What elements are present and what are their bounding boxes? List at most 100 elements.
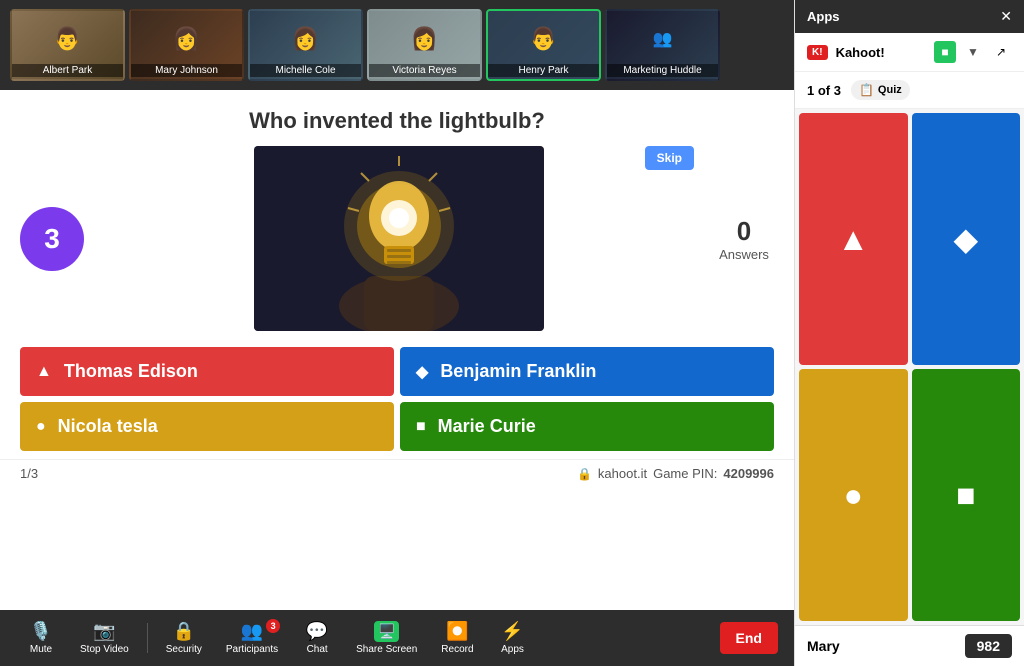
quiz-status-bar: 1 of 3 📋 Quiz	[795, 72, 1024, 109]
toolbar-record[interactable]: ⏺️ Record	[431, 617, 483, 659]
toolbar-sep-1	[147, 623, 148, 653]
kahoot-panel-header: K! Kahoot! ▾ ■ ▼ ↗	[795, 33, 1024, 72]
video-icon: 📷	[93, 621, 115, 642]
kahoot-filter-icon[interactable]: ▼	[962, 41, 984, 63]
mute-label: Mute	[30, 644, 52, 655]
kahoot-site: kahoot.it	[598, 466, 647, 481]
tile-triangle-icon: ▲	[837, 221, 869, 258]
apps-panel: Apps ✕ K! Kahoot! ▾ ■ ▼ ↗ 1 of 3 📋 Quiz	[794, 0, 1024, 666]
page-counter: 1/3	[20, 466, 38, 481]
toolbar-share-screen[interactable]: 🖥️ Share Screen	[346, 617, 427, 659]
answer-label-3: Nicola tesla	[58, 416, 158, 437]
zoom-area: 👨 Albert Park 👩 Mary Johnson 👩 Michelle …	[0, 0, 794, 666]
tile-square-icon: ■	[956, 477, 975, 514]
kahoot-footer: 1/3 🔒 kahoot.it Game PIN: 4209996	[0, 459, 794, 487]
answer-option-1[interactable]: ▲ Thomas Edison	[20, 347, 394, 396]
record-icon: ⏺️	[446, 621, 468, 642]
video-label: Stop Video	[80, 644, 129, 655]
score-value: 982	[965, 634, 1012, 658]
circle-icon: ●	[36, 418, 46, 436]
participant-name-victoria: Victoria Reyes	[369, 64, 480, 77]
participants-label: Participants	[226, 644, 278, 655]
share-screen-label: Share Screen	[356, 644, 417, 655]
participant-thumb-mary[interactable]: 👩 Mary Johnson	[129, 9, 244, 81]
security-label: Security	[166, 644, 202, 655]
panel-header-icons: ■ ▼ ↗	[934, 41, 1012, 63]
score-name: Mary	[807, 638, 840, 654]
toolbar-video[interactable]: 📷 Stop Video	[70, 617, 139, 659]
app-container: 👨 Albert Park 👩 Mary Johnson 👩 Michelle …	[0, 0, 1024, 666]
chat-label: Chat	[307, 644, 328, 655]
answer-grid: ▲ Thomas Edison ◆ Benjamin Franklin ● Ni…	[0, 341, 794, 459]
end-button[interactable]: End	[720, 622, 778, 654]
toolbar-chat[interactable]: 💬 Chat	[292, 617, 342, 659]
question-body: 3	[0, 146, 794, 341]
answers-counter: 0 Answers	[714, 216, 774, 262]
answer-option-2[interactable]: ◆ Benjamin Franklin	[400, 347, 774, 396]
lightbulb-svg	[254, 146, 544, 331]
toolbar-mute[interactable]: 🎙️ Mute	[16, 617, 66, 659]
participant-name-henry: Henry Park	[488, 64, 599, 77]
answer-tile-blue[interactable]: ◆	[912, 113, 1021, 365]
participant-name-mary: Mary Johnson	[131, 64, 242, 77]
answer-tiles: ▲ ◆ ● ■	[795, 109, 1024, 625]
apps-panel-close[interactable]: ✕	[1000, 8, 1012, 25]
answer-tile-green[interactable]: ■	[912, 369, 1021, 621]
kahoot-chevron[interactable]: ▾	[893, 45, 907, 59]
answer-option-4[interactable]: ■ Marie Curie	[400, 402, 774, 451]
participant-thumb-victoria[interactable]: 👩 Victoria Reyes	[367, 9, 482, 81]
participant-name-marketing: Marketing Huddle	[607, 64, 718, 77]
record-label: Record	[441, 644, 473, 655]
apps-panel-header: Apps ✕	[795, 0, 1024, 33]
timer-value: 3	[44, 223, 60, 255]
participant-name-albert: Albert Park	[12, 64, 123, 77]
apps-icon: ⚡	[501, 621, 523, 642]
apps-panel-title: Apps	[807, 9, 840, 24]
security-icon: 🔒	[173, 621, 195, 642]
zoom-toolbar: 🎙️ Mute 📷 Stop Video 🔒 Security 👥 3 Part…	[0, 610, 794, 666]
answer-label-4: Marie Curie	[438, 416, 536, 437]
answer-label-2: Benjamin Franklin	[440, 361, 596, 382]
participant-thumb-henry[interactable]: 👨 Henry Park	[486, 9, 601, 81]
participant-thumb-albert[interactable]: 👨 Albert Park	[10, 9, 125, 81]
triangle-icon: ▲	[36, 363, 52, 381]
score-row: Mary 982	[795, 625, 1024, 666]
toolbar-apps[interactable]: ⚡ Apps	[488, 617, 538, 659]
lock-icon: 🔒	[577, 467, 592, 481]
answer-tile-yellow[interactable]: ●	[799, 369, 908, 621]
toolbar-security[interactable]: 🔒 Security	[156, 617, 212, 659]
skip-button[interactable]: Skip	[645, 146, 694, 170]
quiz-badge: 📋 Quiz	[851, 80, 910, 100]
game-pin-label: Game PIN:	[653, 466, 717, 481]
participant-name-michelle: Michelle Cole	[250, 64, 361, 77]
timer-circle: 3	[20, 207, 84, 271]
toolbar-participants[interactable]: 👥 3 Participants	[216, 617, 288, 659]
question-text: Who invented the lightbulb?	[0, 90, 794, 146]
participants-badge: 3	[266, 619, 280, 633]
tile-diamond-icon: ◆	[953, 220, 978, 258]
participant-thumb-marketing[interactable]: 👥 Marketing Huddle	[605, 9, 720, 81]
apps-label: Apps	[501, 644, 524, 655]
answers-label: Answers	[719, 247, 769, 262]
kahoot-green-icon[interactable]: ■	[934, 41, 956, 63]
answer-option-3[interactable]: ● Nicola tesla	[20, 402, 394, 451]
game-pin: 🔒 kahoot.it Game PIN: 4209996	[577, 466, 774, 481]
answer-tile-red[interactable]: ▲	[799, 113, 908, 365]
quiz-badge-icon: 📋	[859, 83, 874, 97]
kahoot-logo: K!	[807, 45, 828, 60]
answers-count: 0	[737, 216, 751, 247]
kahoot-external-icon[interactable]: ↗	[990, 41, 1012, 63]
share-screen-icon: 🖥️	[374, 621, 399, 642]
question-image	[254, 146, 544, 331]
participant-bar: 👨 Albert Park 👩 Mary Johnson 👩 Michelle …	[0, 0, 794, 90]
kahoot-panel-name: Kahoot!	[836, 45, 885, 60]
tile-circle-icon: ●	[844, 477, 863, 514]
game-pin-value: 4209996	[723, 466, 774, 481]
question-image-container: Skip	[104, 146, 694, 331]
diamond-icon: ◆	[416, 362, 428, 382]
square-icon: ■	[416, 418, 426, 436]
mute-icon: 🎙️	[30, 621, 52, 642]
participants-icon: 👥	[241, 621, 263, 642]
quiz-badge-label: Quiz	[878, 84, 902, 96]
participant-thumb-michelle[interactable]: 👩 Michelle Cole	[248, 9, 363, 81]
